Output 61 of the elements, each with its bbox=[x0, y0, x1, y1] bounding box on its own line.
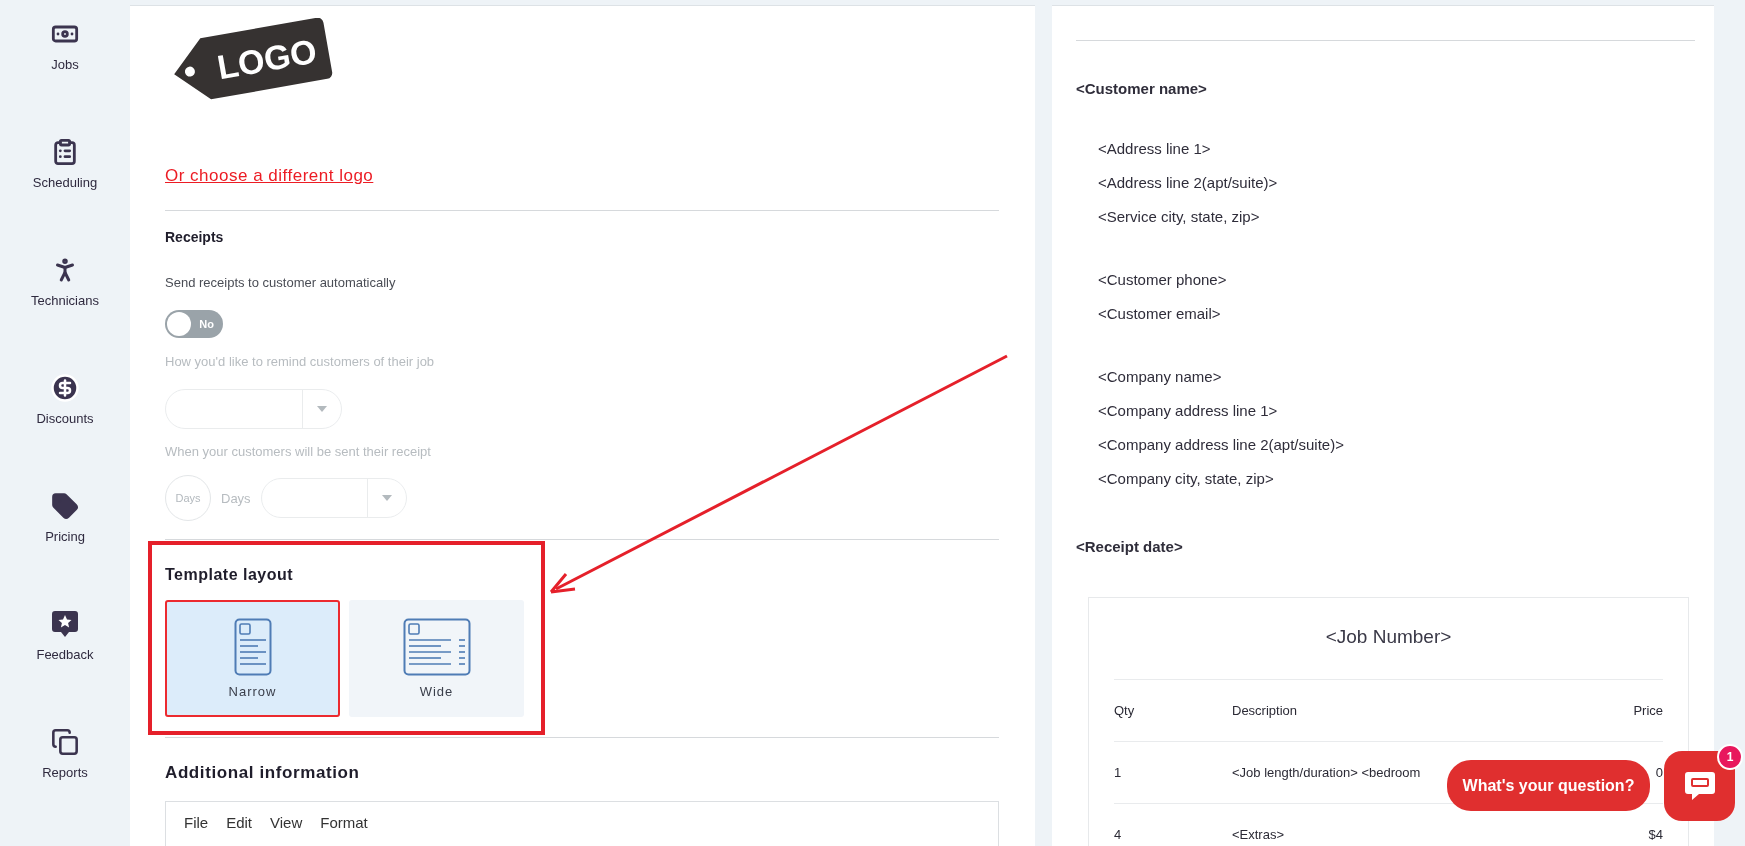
sidebar-item[interactable]: Technicians bbox=[10, 255, 120, 308]
table-cell-text: $4 bbox=[1647, 827, 1663, 842]
section-title: Additional information bbox=[165, 763, 361, 783]
layout-option[interactable]: Narrow bbox=[165, 600, 340, 717]
chat-icon bbox=[1682, 770, 1717, 802]
sidebar-item[interactable]: Pricing bbox=[10, 491, 120, 544]
field-label: Send receipts to customer automatically bbox=[165, 275, 397, 290]
chat-button[interactable] bbox=[1664, 751, 1735, 821]
table-cell-text: <Extras> bbox=[1232, 827, 1286, 842]
section-title: Template layout bbox=[165, 566, 295, 584]
column-header: Price bbox=[1632, 703, 1663, 718]
sidebar-label: Reports bbox=[42, 765, 88, 780]
placeholder-line: <Company address line 1> bbox=[1097, 401, 1279, 421]
menu-item[interactable]: File bbox=[184, 814, 209, 831]
sidebar-item[interactable]: Discounts bbox=[10, 373, 120, 426]
choose-logo-link[interactable]: Or choose a different logo bbox=[165, 166, 374, 186]
copy-icon bbox=[50, 727, 80, 757]
placeholder-line: <Address line 1> bbox=[1097, 139, 1212, 159]
caret-icon bbox=[317, 406, 327, 412]
layout-option[interactable]: Wide bbox=[349, 600, 524, 717]
sidebar-item[interactable]: Reports bbox=[10, 727, 120, 780]
field-label: How you'd like to remind customers of their job bbox=[165, 354, 436, 369]
placeholder-line: <Company name> bbox=[1097, 367, 1223, 387]
menu-item[interactable]: Edit bbox=[226, 814, 253, 831]
sidebar-item[interactable]: Jobs bbox=[10, 19, 120, 72]
table-cell-text: 1 bbox=[1114, 765, 1123, 780]
narrow-layout-icon bbox=[233, 618, 272, 676]
placeholder-line: <Customer email> bbox=[1097, 304, 1222, 324]
dollar-circle-icon bbox=[50, 373, 80, 403]
column-header: Description bbox=[1232, 703, 1299, 718]
sidebar-item[interactable]: Feedback bbox=[10, 609, 120, 662]
sidebar-label: Feedback bbox=[36, 647, 94, 662]
placeholder-line: <Service city, state, zip> bbox=[1097, 207, 1261, 227]
placeholder-line: <Customer phone> bbox=[1097, 270, 1228, 290]
job-number: <Job Number> bbox=[1324, 625, 1453, 649]
customer-name: <Customer name> bbox=[1076, 79, 1208, 99]
feedback-icon bbox=[50, 609, 80, 639]
field-label: When your customers will be sent their receipt bbox=[165, 444, 432, 459]
menu-item[interactable]: Format bbox=[320, 814, 368, 831]
sidebar-label: Discounts bbox=[36, 411, 94, 426]
menu-item[interactable]: View bbox=[270, 814, 303, 831]
receipt-date: <Receipt date> bbox=[1076, 537, 1184, 557]
sidebar-label: Jobs bbox=[51, 57, 79, 72]
sidebar-label: Technicians bbox=[31, 293, 99, 308]
sidebar-item[interactable]: Scheduling bbox=[10, 137, 120, 190]
unit-label: Days bbox=[221, 490, 251, 506]
table-cell-text: 0 bbox=[1654, 765, 1663, 780]
tag-icon bbox=[50, 491, 80, 521]
wide-layout-icon bbox=[402, 618, 471, 676]
chat-prompt[interactable]: What's your question? bbox=[1447, 760, 1650, 811]
sidebar-label: Scheduling bbox=[32, 175, 98, 190]
placeholder-line: <Company address line 2(apt/suite)> bbox=[1097, 435, 1345, 455]
column-header: Qty bbox=[1114, 703, 1136, 718]
placeholder-line: <Company city, state, zip> bbox=[1097, 469, 1275, 489]
section-title: Receipts bbox=[165, 229, 225, 245]
sidebar-label: Pricing bbox=[45, 529, 85, 544]
table-cell-text: <Job length/duration> <bedroom bbox=[1232, 765, 1422, 780]
notification-badge: 1 bbox=[1717, 744, 1743, 770]
placeholder-line: <Address line 2(apt/suite)> bbox=[1097, 173, 1279, 193]
table-cell-text: 4 bbox=[1114, 827, 1123, 842]
caret-icon bbox=[381, 495, 392, 501]
